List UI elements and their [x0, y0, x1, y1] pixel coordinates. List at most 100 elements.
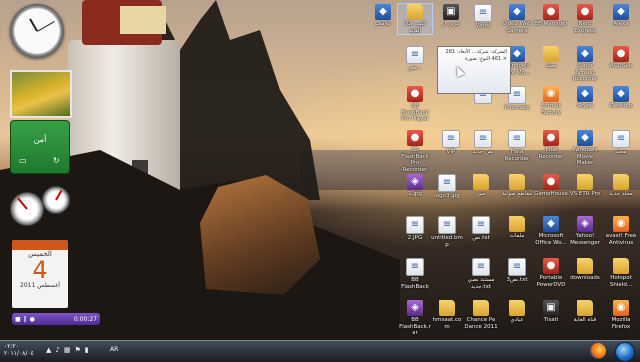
volume-icon[interactable]: ♪	[55, 346, 59, 354]
desktop-icon-bb-flashback-rar[interactable]: ◈ BB FlashBack.rar	[398, 300, 432, 337]
stop-icon[interactable]: ●	[30, 316, 35, 323]
desktop-icon-yahoo-messenger[interactable]: ◈ Yahoo! Messenger	[568, 216, 602, 246]
desktop-icon-desktop-app[interactable]: ◆ Desktop	[604, 86, 638, 110]
firefox-taskbar-icon[interactable]	[590, 343, 606, 359]
desktop-icon-video-web[interactable]: ◆ Video Web Camera	[500, 4, 534, 34]
desktop-icon-total-recorder[interactable]: ● Total Recorder	[534, 130, 568, 160]
security-gadget[interactable]: أمن ▭ ↻	[10, 120, 70, 174]
desktop-icon-sound-folder[interactable]: ≡ مجلد	[604, 130, 638, 156]
app-icon: ◆	[577, 46, 593, 62]
desktop-icon-new-text-2[interactable]: ≡ مستند نصي جديد.txt	[464, 258, 498, 290]
power-icon[interactable]: ▮	[85, 346, 89, 354]
record-icon[interactable]: ■	[15, 316, 21, 323]
desktop-icon-label: Yahoo! Messenger	[570, 233, 600, 246]
desktop-icon-format-factory[interactable]: ◉ Format Factory	[534, 86, 568, 116]
desktop-icon-label: BB Manager	[534, 21, 568, 27]
desktop-icon-text-txt[interactable]: ≡ نص.txt	[464, 216, 498, 242]
desktop-icon-mozilla-firefox[interactable]: ◉ Mozilla Firefox	[604, 300, 638, 330]
desktop-icon-alamat[interactable]: ◆ علامات	[366, 4, 400, 28]
folder-icon	[509, 174, 525, 190]
orange-icon: ◉	[613, 300, 629, 316]
desktop-icon-label: Total Recorder	[538, 147, 564, 160]
desktop-icon-super-screen[interactable]: ◆ Super Screen Recorder	[568, 46, 602, 83]
slideshow-gadget[interactable]	[10, 70, 72, 118]
purple-icon: ◈	[407, 174, 423, 190]
desktop-icon-new-text[interactable]: ≡ نص جديد	[466, 130, 500, 156]
desktop-icon-tasti[interactable]: ▣ Tisati	[534, 300, 568, 324]
desktop-icon-skype[interactable]: ◆ Skype	[568, 86, 602, 110]
desktop-icon-ms-office-word[interactable]: ◆ Microsoft Office Wo...	[534, 216, 568, 246]
pause-icon[interactable]: ‖	[24, 316, 27, 323]
folder-icon	[577, 174, 593, 190]
clock-gadget[interactable]	[10, 4, 64, 58]
desktop-icon-file-1jpg[interactable]: ◈ 1.jpg	[398, 174, 432, 198]
taskbar-clock[interactable]: ٠٢:٢٠ ٢٠١١/٠٨/٠٤	[4, 343, 34, 357]
cpu-meter-gadget[interactable]	[8, 186, 72, 230]
desktop-icon-hala-app[interactable]: ≡ Hala Recorder	[500, 130, 534, 162]
red-icon: ●	[543, 258, 559, 274]
desktop-icon-text-3[interactable]: ≡ نص3.txt	[500, 258, 534, 284]
desktop-icon-folder-files[interactable]: ملفات	[500, 216, 534, 240]
desktop-icon-label: نص جديد	[472, 149, 494, 155]
desktop-icon-bb-manager[interactable]: ● BB Manager	[534, 4, 568, 28]
desktop-icon-music-app[interactable]: ▣ عربي ار	[434, 4, 468, 28]
desktop-icon-label: نص3.txt	[506, 277, 528, 283]
taskbar-time: ٠٢:٢٠	[4, 343, 19, 350]
desktop-icon-word-doc[interactable]: ≡ Word	[466, 4, 500, 30]
folder-icon	[439, 300, 455, 316]
flag-icon[interactable]: ⚑	[74, 346, 80, 354]
desktop-icon-file-2jpg[interactable]: ≡ 2.JPG	[398, 216, 432, 242]
calendar-gadget[interactable]: الخميس 4 أغسطس 2011	[12, 240, 68, 308]
desktop-icon-bb-flashback-player[interactable]: ● BB FlashBack Pro Player	[398, 86, 432, 123]
show-hidden-icon[interactable]: ▲	[46, 346, 51, 354]
desktop-icon-gamehouse[interactable]: ● GameHouse	[534, 174, 568, 198]
desktop-icon-bb-flashback-recorder[interactable]: ● BB FlashBack Pro Recorder	[398, 130, 432, 173]
desktop-icon-hotspot-shield[interactable]: Hotspot Shield...	[604, 258, 638, 288]
purple-icon: ◈	[577, 216, 593, 232]
hour-hand	[29, 18, 38, 32]
window-icon[interactable]: ▭	[19, 157, 29, 165]
start-button[interactable]	[615, 342, 635, 362]
desktop-icon-windows-movie-maker[interactable]: ◆ Windows Movie Maker	[568, 130, 602, 167]
desktop-icon-downloads[interactable]: downloads	[568, 258, 602, 282]
desktop-icon-folder-songs[interactable]: مقاطع صوتية	[500, 174, 534, 198]
desktop-icon-arabic-folder[interactable]: قناة الغاية	[568, 300, 602, 324]
doc-icon: ≡	[406, 46, 424, 64]
doc-icon: ≡	[612, 130, 630, 148]
cpu-needle	[17, 197, 28, 210]
desktop-icon-chance-pe-dance[interactable]: Chance Pe Dance 2011	[464, 300, 498, 330]
language-indicator[interactable]: AR	[110, 346, 118, 353]
taskbar: ٠٢:٢٠ ٢٠١١/٠٨/٠٤ ▲ ♪ ▦ ⚑ ▮ AR	[0, 340, 640, 362]
desktop-icon-folder-3[interactable]: مجلد	[534, 46, 568, 70]
desktop-icon-kilip[interactable]: كليب قناة الغاية	[397, 3, 433, 35]
desktop-icon-avast[interactable]: ◉ avast! Free Antivirus	[604, 216, 638, 246]
minute-hand	[37, 21, 55, 32]
security-label: أمن	[33, 135, 47, 144]
folder-icon	[577, 258, 593, 274]
desktop-icon-label: 2.JPG	[407, 235, 423, 241]
media-player-gadget[interactable]: ■ ‖ ● 0:00:27	[12, 313, 100, 325]
desktop-icon-doc-list[interactable]: ≡ VIP	[434, 130, 468, 156]
desktop-icon-acdsee[interactable]: ● ACDSee	[604, 46, 638, 70]
desktop-icon-ebadi[interactable]: عبادي	[500, 300, 534, 324]
desktop-icon-vs-etr[interactable]: VS ETR Pro	[568, 174, 602, 198]
red-icon: ●	[577, 4, 593, 20]
desktop-icon-new-folder[interactable]: مجلد جديد	[604, 174, 638, 198]
desktop-icon-portable-dvd[interactable]: ● Portable PowerDVD	[534, 258, 568, 288]
desktop-icon-label: Alexa	[613, 21, 629, 27]
desktop-icon-alexa[interactable]: ◆ Alexa	[604, 4, 638, 28]
network-icon[interactable]: ▦	[64, 346, 71, 354]
folder-icon	[543, 46, 559, 62]
desktop-icon-hmsaat-com[interactable]: hmsaat.com	[430, 300, 464, 330]
desktop-icon-label: صور	[475, 191, 487, 197]
refresh-icon[interactable]: ↻	[53, 157, 63, 165]
desktop-icon-folder-pics[interactable]: صور	[464, 174, 498, 198]
desktop-icon-file-logojpg[interactable]: ≡ logo3.jpg	[430, 174, 464, 200]
folder-icon	[613, 174, 629, 190]
app-icon: ◆	[613, 4, 629, 20]
desktop-icon-bb-flashback[interactable]: ≡ BB FlashBack	[398, 258, 432, 290]
app-icon: ◆	[577, 86, 593, 102]
desktop-icon-nero-express[interactable]: ● Nero Express	[568, 4, 602, 34]
desktop-icon-untitled-bmp[interactable]: ≡ untitled.bmp	[430, 216, 464, 248]
desktop-icon-text-file-1[interactable]: ≡ نص...	[398, 46, 432, 72]
